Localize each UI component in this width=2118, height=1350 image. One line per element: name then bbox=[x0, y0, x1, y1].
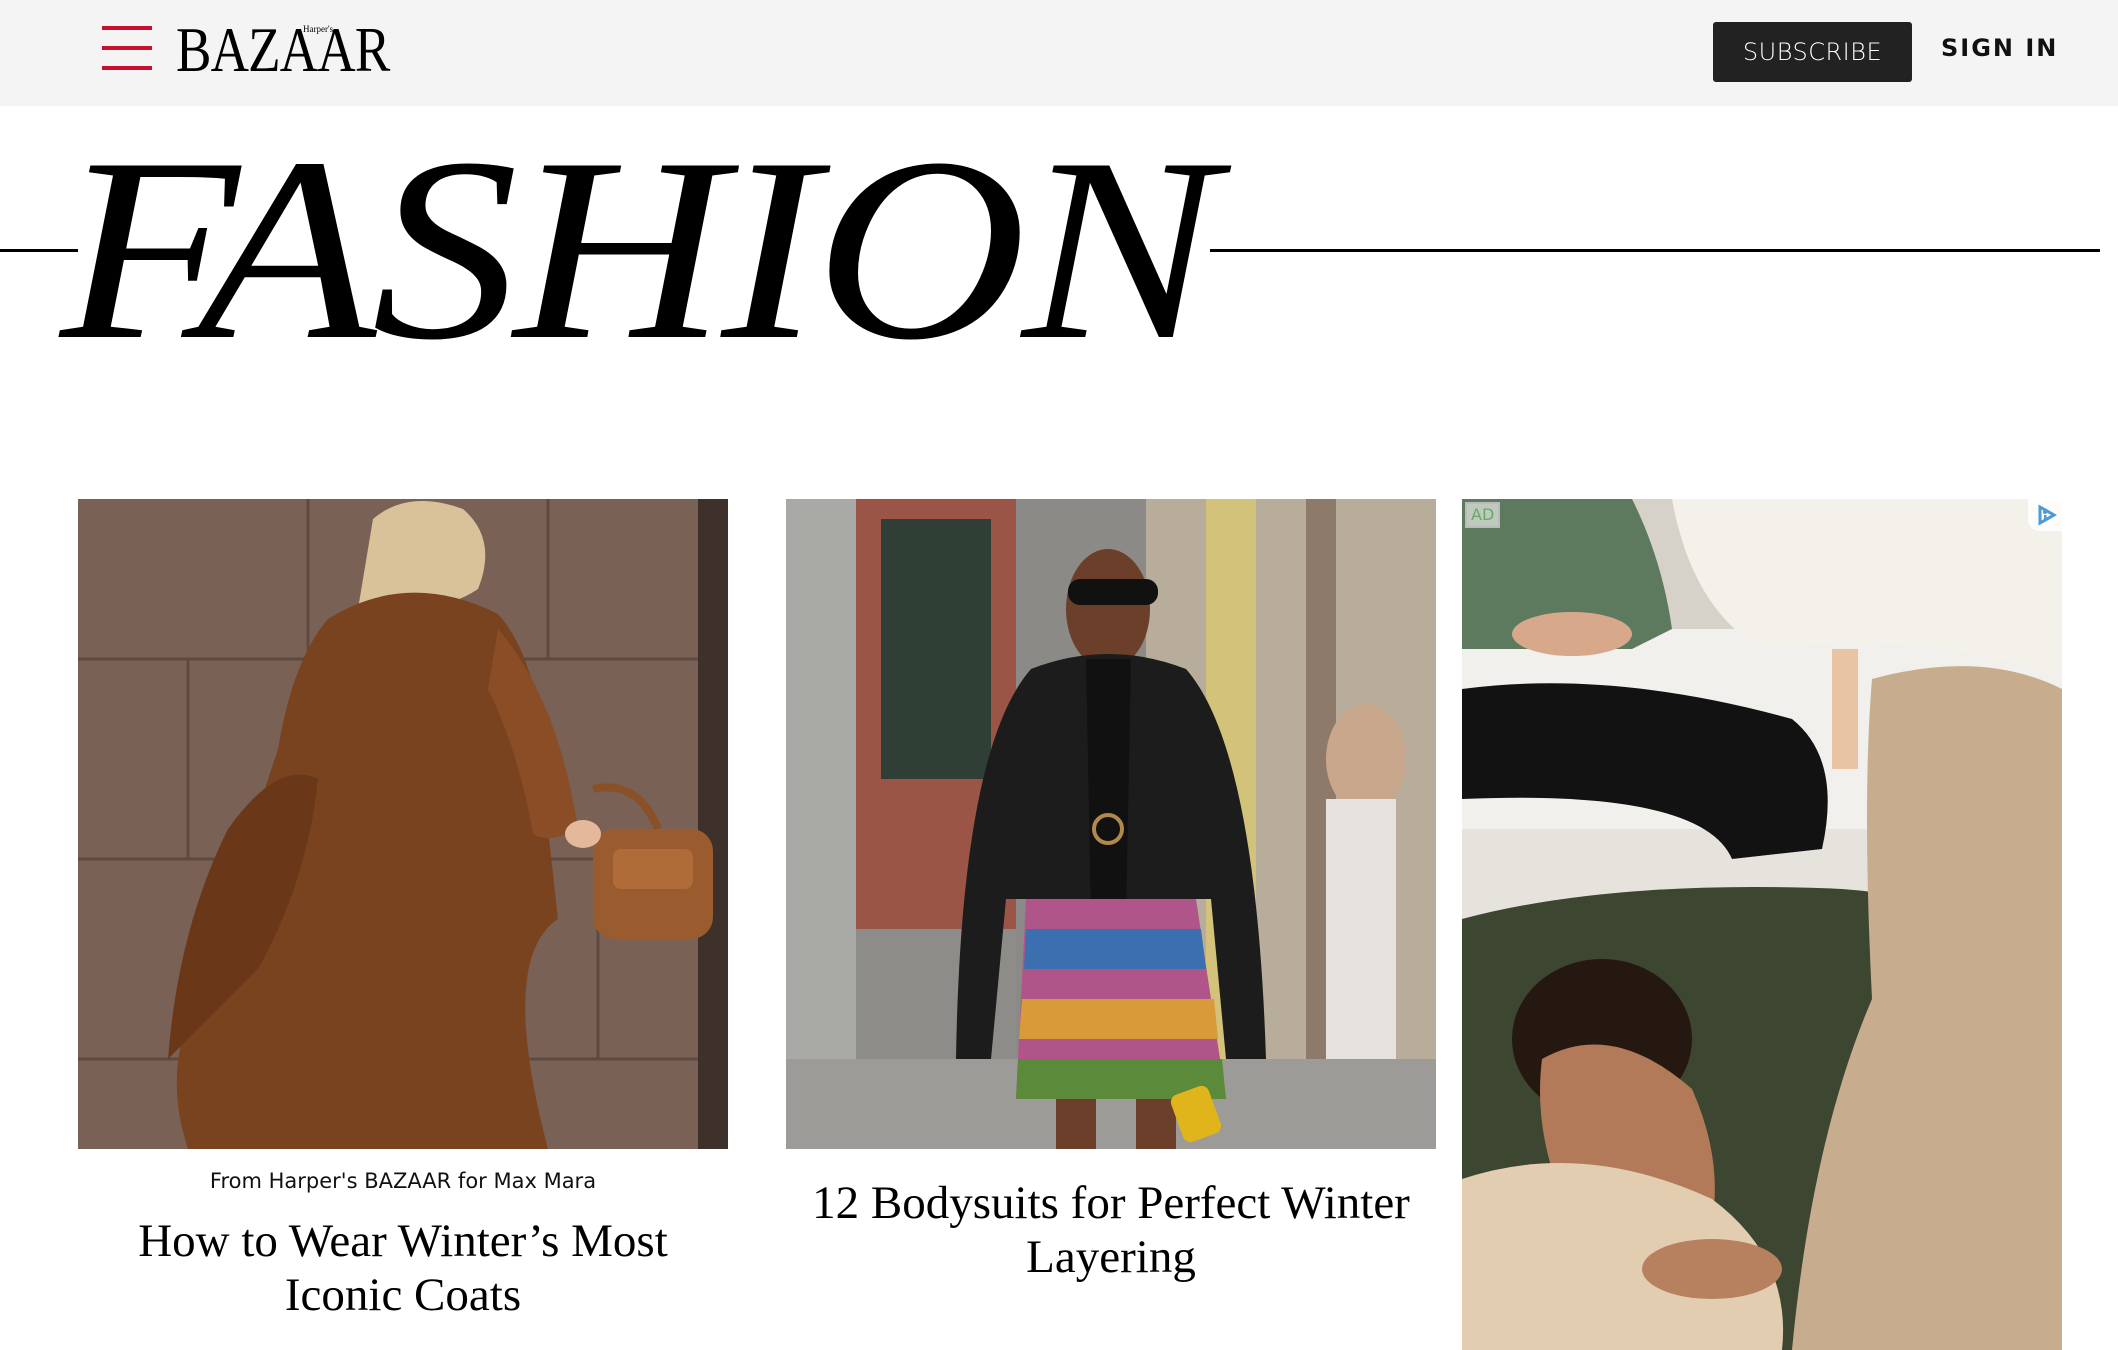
article-title-line2: Layering bbox=[1026, 1231, 1196, 1283]
sponsor-label: From Harper's BAZAAR for Max Mara bbox=[209, 1169, 597, 1193]
article-title-line2: Iconic Coats bbox=[284, 1269, 522, 1321]
article-card[interactable]: 12 Bodysuits for Perfect Winter Layering bbox=[786, 499, 1436, 1283]
logo-text: BAZAAR bbox=[176, 14, 390, 85]
article-title[interactable]: How to Wear Winter’s Most Iconic Coats bbox=[78, 1214, 728, 1322]
logo-small-text: Harper's bbox=[303, 24, 334, 34]
sign-in-link[interactable]: SIGN IN bbox=[1941, 34, 2058, 62]
article-title-line1: 12 Bodysuits for Perfect Winter bbox=[812, 1177, 1410, 1229]
section-title: FASHION bbox=[60, 104, 1218, 394]
subscribe-button[interactable]: SUBSCRIBE bbox=[1713, 22, 1912, 82]
adchoices-icon[interactable] bbox=[2028, 499, 2062, 531]
ad-image bbox=[1462, 499, 2062, 1350]
article-title-line1: How to Wear Winter’s Most bbox=[138, 1215, 668, 1267]
article-card[interactable]: From Harper's BAZAAR for Max Mara How to… bbox=[78, 499, 728, 1321]
title-rule-right bbox=[1210, 249, 2100, 252]
article-title[interactable]: 12 Bodysuits for Perfect Winter Layering bbox=[786, 1176, 1436, 1284]
article-image-bodysuit[interactable] bbox=[786, 499, 1436, 1149]
ad-badge: AD bbox=[1465, 502, 1501, 528]
article-image-coat[interactable] bbox=[78, 499, 728, 1149]
menu-icon[interactable] bbox=[102, 26, 152, 70]
site-logo[interactable]: BAZAAR Harper's bbox=[176, 18, 433, 82]
advertisement[interactable]: AD bbox=[1462, 499, 2062, 1350]
site-header: BAZAAR Harper's SUBSCRIBE SIGN IN bbox=[0, 0, 2118, 106]
